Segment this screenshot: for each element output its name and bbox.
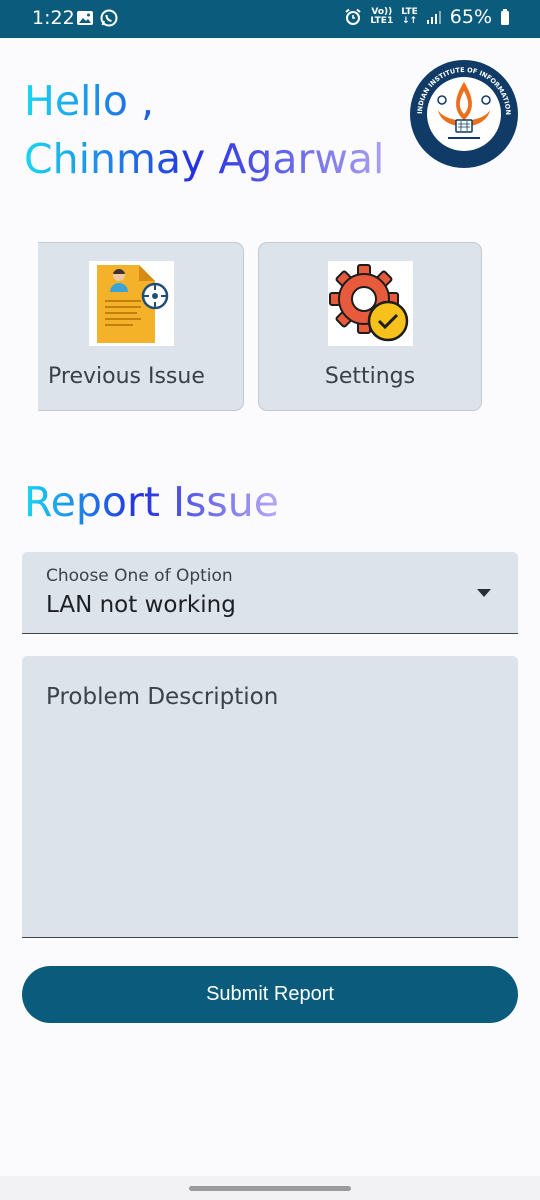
status-time: 1:22 bbox=[32, 7, 75, 29]
dropdown-arrow-icon bbox=[477, 589, 491, 597]
previous-issue-card[interactable]: Previous Issue bbox=[38, 242, 244, 411]
problem-description-field[interactable]: Problem Description bbox=[22, 656, 518, 938]
issue-type-dropdown[interactable]: Choose One of Option LAN not working bbox=[22, 552, 518, 634]
problem-description-placeholder: Problem Description bbox=[46, 684, 279, 710]
battery-icon bbox=[501, 9, 509, 25]
greeting-name: Chinmay Agarwal bbox=[24, 135, 385, 183]
dropdown-label: Choose One of Option bbox=[46, 566, 233, 586]
settings-label: Settings bbox=[324, 364, 416, 389]
battery-percent: 65% bbox=[449, 6, 492, 28]
previous-issue-label: Previous Issue bbox=[48, 364, 205, 389]
whatsapp-icon bbox=[100, 9, 118, 27]
greeting: Hello , Chinmay Agarwal bbox=[24, 72, 404, 188]
system-icons: Vo)) LTE1 LTE ↓↑ 65% bbox=[344, 6, 510, 28]
gallery-icon bbox=[77, 11, 93, 25]
lte-indicator: LTE ↓↑ bbox=[401, 7, 418, 26]
report-issue-title: Report Issue bbox=[24, 474, 279, 530]
gear-check-icon bbox=[328, 261, 413, 346]
volte-indicator: Vo)) LTE1 bbox=[370, 7, 394, 26]
notification-icons bbox=[76, 9, 118, 27]
greeting-hello: Hello , bbox=[24, 77, 154, 125]
settings-card[interactable]: Settings bbox=[258, 242, 482, 411]
submit-report-button[interactable]: Submit Report bbox=[22, 966, 518, 1023]
document-profile-icon bbox=[89, 261, 174, 346]
institute-logo: INDIAN INSTITUTE OF INFORMATION TECHNOLO… bbox=[408, 58, 518, 168]
dropdown-selected-value: LAN not working bbox=[46, 592, 236, 618]
signal-icon bbox=[426, 11, 441, 24]
alarm-icon bbox=[345, 8, 362, 25]
home-gesture-handle[interactable] bbox=[189, 1186, 351, 1191]
status-bar: 1:22 Vo)) LTE1 LTE ↓↑ 65% bbox=[0, 0, 540, 38]
